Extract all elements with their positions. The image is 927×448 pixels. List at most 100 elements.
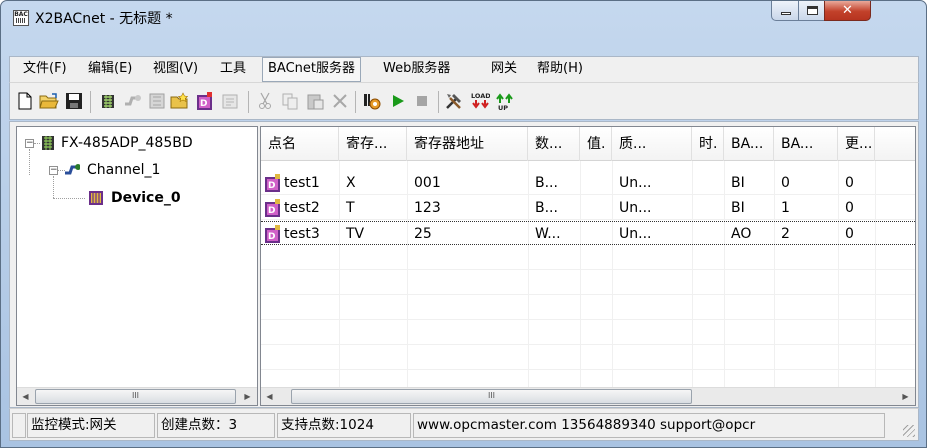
tree-connector bbox=[53, 176, 54, 198]
menu-bacnet-server[interactable]: BACnet服务器 bbox=[262, 57, 361, 82]
tree-horizontal-scrollbar[interactable]: ◀ III ▶ bbox=[17, 387, 257, 405]
column-header-bacnet-instance[interactable]: BA... bbox=[774, 127, 838, 161]
client-area: − FX-485ADP_485BD − Channel_1 Device_0 ◀… bbox=[9, 121, 919, 408]
device-icon bbox=[89, 191, 103, 205]
column-header-register[interactable]: 寄存... bbox=[339, 127, 407, 161]
scroll-left-arrow[interactable]: ◀ bbox=[17, 388, 34, 405]
cell-bacnet-type: AO bbox=[731, 226, 752, 242]
copy-button[interactable] bbox=[280, 91, 300, 111]
cell-value bbox=[580, 222, 587, 246]
cell-bacnet-instance: 0 bbox=[781, 175, 790, 191]
add-point-button[interactable] bbox=[170, 91, 190, 111]
run-config-button[interactable] bbox=[362, 91, 382, 111]
menu-gateway[interactable]: 网关 bbox=[486, 57, 522, 82]
cell-point-name: test3 bbox=[284, 226, 320, 242]
tree-connector bbox=[29, 149, 30, 175]
menu-help[interactable]: 帮助(H) bbox=[532, 57, 588, 82]
app-window: BAC X2BACnet - 无标题 * ✕ 文件(F) 编辑(E) 视图(V)… bbox=[0, 0, 927, 448]
toolbar: D LOAD UP bbox=[9, 82, 919, 120]
column-header-register-address[interactable]: 寄存器地址 bbox=[407, 127, 528, 161]
column-header-time[interactable]: 时. bbox=[692, 127, 724, 161]
cell-quality: Un... bbox=[619, 200, 652, 216]
menu-edit[interactable]: 编辑(E) bbox=[83, 57, 137, 82]
status-pane-lead bbox=[12, 413, 26, 438]
cell-point-name: test1 bbox=[284, 175, 320, 191]
open-button[interactable] bbox=[39, 91, 59, 111]
upload-button[interactable]: UP bbox=[494, 91, 514, 111]
scroll-thumb[interactable]: III bbox=[291, 389, 692, 404]
title-bar[interactable]: BAC X2BACnet - 无标题 * ✕ bbox=[1, 1, 926, 55]
cell-register: T bbox=[346, 200, 355, 216]
table-row[interactable]: D test1 X 001 B... Un... BI 0 0 bbox=[261, 171, 915, 195]
menu-tools[interactable]: 工具 bbox=[215, 57, 251, 82]
menu-web-server[interactable]: Web服务器 bbox=[378, 57, 455, 82]
column-header-point-name[interactable]: 点名 bbox=[261, 127, 339, 161]
cell-bacnet-instance: 1 bbox=[781, 200, 790, 216]
add-device-button[interactable] bbox=[98, 91, 118, 111]
cell-register-address: 25 bbox=[414, 226, 432, 242]
list-horizontal-scrollbar[interactable]: ◀ III ▶ bbox=[261, 387, 915, 405]
cell-time bbox=[692, 171, 699, 195]
table-row[interactable]: D test3 TV 25 W... Un... AO 2 0 bbox=[261, 221, 915, 245]
column-header-bacnet-type[interactable]: BA... bbox=[724, 127, 774, 161]
tools-button[interactable] bbox=[444, 91, 464, 111]
add-point-icon bbox=[170, 92, 189, 109]
cell-point-name: test2 bbox=[284, 200, 320, 216]
empty-row bbox=[261, 271, 915, 295]
app-icon: BAC bbox=[13, 10, 29, 26]
maximize-button[interactable] bbox=[798, 1, 825, 21]
menu-view[interactable]: 视图(V) bbox=[148, 57, 203, 82]
cell-update: 0 bbox=[845, 200, 854, 216]
channel-icon bbox=[65, 164, 80, 175]
stop-button[interactable] bbox=[412, 91, 432, 111]
tree-item-root[interactable]: FX-485ADP_485BD bbox=[61, 133, 193, 153]
cut-icon bbox=[259, 92, 271, 109]
column-header-update[interactable]: 更... bbox=[838, 127, 875, 161]
tree-item-device[interactable]: Device_0 bbox=[111, 188, 181, 208]
load-button[interactable]: LOAD bbox=[470, 91, 490, 111]
column-header-data-type[interactable]: 数... bbox=[528, 127, 580, 161]
stop-icon bbox=[417, 96, 427, 106]
svg-text:D: D bbox=[268, 181, 275, 191]
column-header-value[interactable]: 值. bbox=[580, 127, 612, 161]
new-file-icon bbox=[18, 92, 32, 110]
cell-register: X bbox=[346, 175, 356, 191]
close-button[interactable]: ✕ bbox=[824, 1, 871, 21]
menu-file[interactable]: 文件(F) bbox=[18, 57, 72, 82]
resize-grip-icon[interactable] bbox=[903, 425, 915, 437]
empty-row bbox=[261, 346, 915, 370]
cell-time bbox=[692, 196, 699, 220]
list-header: 点名 寄存... 寄存器地址 数... 值. 质... 时. BA... BA.… bbox=[261, 127, 915, 161]
device-add-icon bbox=[102, 95, 114, 108]
bacnet-point-button[interactable]: D bbox=[195, 91, 215, 111]
properties-button[interactable] bbox=[220, 91, 240, 111]
new-file-button[interactable] bbox=[15, 91, 35, 111]
cell-value bbox=[580, 171, 587, 195]
channel-icon bbox=[125, 95, 141, 106]
cell-bacnet-type: BI bbox=[731, 175, 745, 191]
collapse-root-toggle[interactable]: − bbox=[25, 139, 34, 148]
start-button[interactable] bbox=[388, 91, 408, 111]
scroll-left-arrow[interactable]: ◀ bbox=[261, 388, 278, 405]
scroll-right-arrow[interactable]: ▶ bbox=[897, 388, 914, 405]
paste-button[interactable] bbox=[305, 91, 325, 111]
add-device2-button[interactable] bbox=[147, 91, 167, 111]
device-tree[interactable]: − FX-485ADP_485BD − Channel_1 Device_0 ◀… bbox=[16, 126, 258, 406]
tree-item-channel[interactable]: Channel_1 bbox=[87, 160, 160, 180]
cell-bacnet-type: BI bbox=[731, 200, 745, 216]
paste-icon bbox=[307, 94, 324, 110]
svg-text:UP: UP bbox=[498, 104, 508, 111]
table-row[interactable]: D test2 T 123 B... Un... BI 1 0 bbox=[261, 196, 915, 220]
scroll-right-arrow[interactable]: ▶ bbox=[239, 388, 256, 405]
cut-button[interactable] bbox=[255, 91, 275, 111]
add-channel-button[interactable] bbox=[123, 91, 143, 111]
point-list[interactable]: 点名 寄存... 寄存器地址 数... 值. 质... 时. BA... BA.… bbox=[260, 126, 916, 406]
scroll-thumb[interactable]: III bbox=[35, 389, 236, 404]
save-button[interactable] bbox=[64, 91, 84, 111]
cell-register-address: 001 bbox=[414, 175, 441, 191]
cell-register-address: 123 bbox=[414, 200, 441, 216]
delete-button[interactable] bbox=[330, 91, 350, 111]
minimize-button[interactable] bbox=[771, 1, 799, 21]
collapse-channel-toggle[interactable]: − bbox=[49, 166, 58, 175]
column-header-quality[interactable]: 质... bbox=[612, 127, 692, 161]
